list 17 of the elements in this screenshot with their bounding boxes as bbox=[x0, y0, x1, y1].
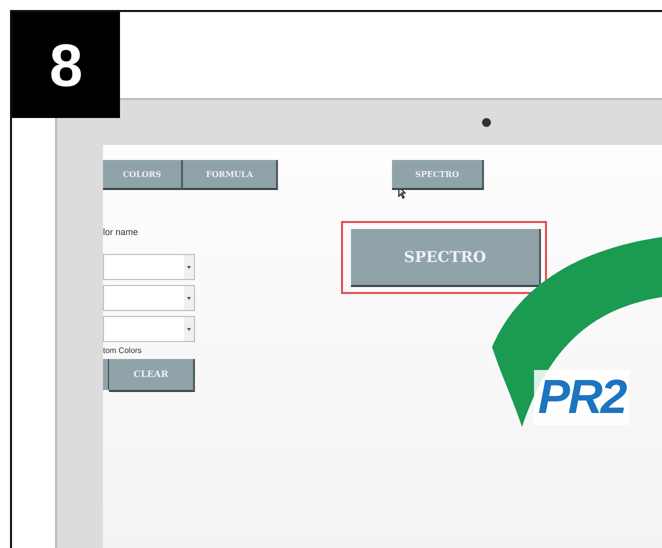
dropdown-field[interactable] bbox=[103, 316, 195, 342]
dropdown-field[interactable] bbox=[103, 285, 195, 311]
caret-icon bbox=[187, 296, 191, 300]
caret-icon bbox=[187, 328, 191, 330]
custom-colors-label: tom Colors bbox=[103, 346, 143, 355]
logo-text: PR2 bbox=[534, 370, 630, 425]
dropdown-field[interactable] bbox=[103, 254, 195, 280]
step-number: 8 bbox=[12, 12, 120, 118]
camera-dot bbox=[482, 118, 491, 127]
spectro-button[interactable]: SPECTRO bbox=[392, 160, 484, 190]
partial-button[interactable] bbox=[103, 359, 109, 390]
tab[interactable]: COLORS bbox=[103, 160, 183, 190]
tab[interactable]: FORMULA bbox=[183, 160, 278, 190]
clear-button[interactable]: CLEAR bbox=[108, 359, 195, 392]
spectro-button[interactable]: SPECTRO bbox=[351, 229, 541, 287]
caret-icon bbox=[187, 266, 191, 268]
color-name-label: lor name bbox=[103, 227, 140, 237]
